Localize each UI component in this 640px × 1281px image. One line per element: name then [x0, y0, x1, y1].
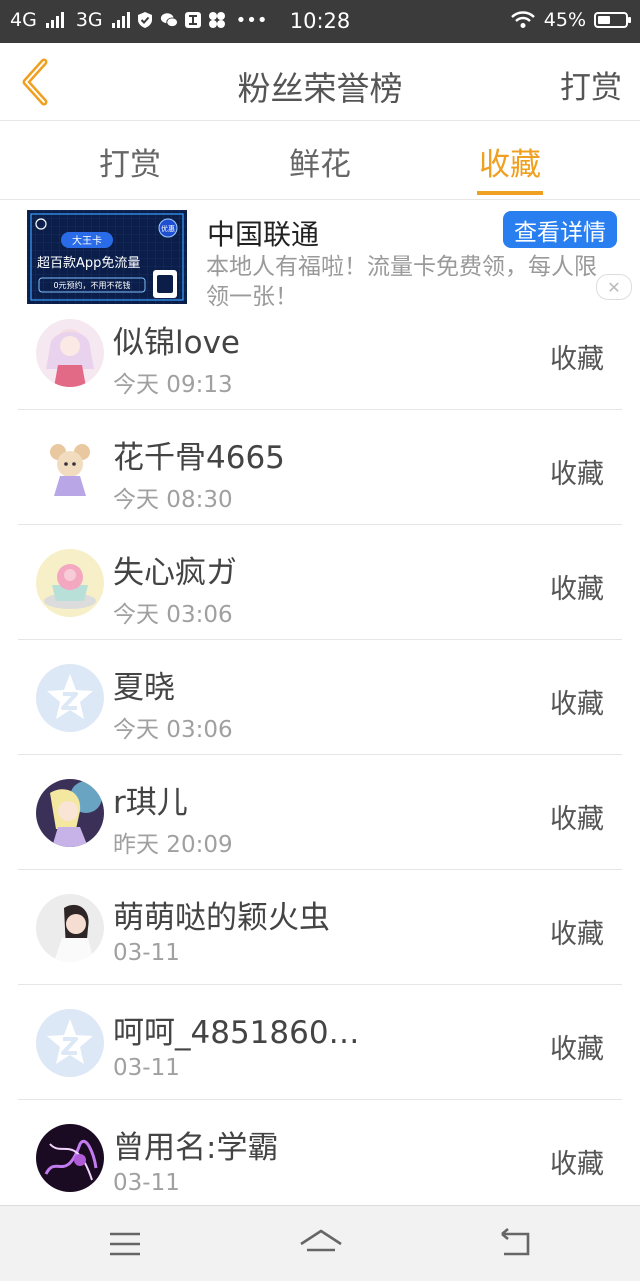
ad-title[interactable]: 中国联通: [207, 213, 319, 253]
avatar[interactable]: [36, 664, 104, 732]
favorite-label: 收藏: [550, 804, 604, 835]
favorite-label: 收藏: [550, 919, 604, 950]
avatar[interactable]: [36, 434, 104, 502]
user-name: 曾用名:学霸: [113, 1130, 279, 1166]
timestamp: 03-11: [113, 940, 180, 966]
tab-bar: 打赏 鲜花 收藏: [0, 121, 640, 200]
ad-banner[interactable]: 优惠 大王卡 超百款App免流量 0元预约，不用不花钱 中国联通 本地人有福啦！…: [0, 200, 640, 308]
avatar[interactable]: [36, 549, 104, 617]
user-name: 萌萌哒的颖火虫: [113, 900, 330, 936]
user-name: 呵呵_4851860…: [113, 1015, 360, 1051]
timestamp: 今天 03:06: [113, 602, 233, 628]
tab-flowers[interactable]: 鲜花: [265, 139, 375, 184]
battery-icon: [594, 12, 631, 28]
menu-icon: [110, 1232, 140, 1256]
ad-details-button[interactable]: 查看详情: [503, 211, 617, 248]
ad-badge-text: 优惠: [161, 224, 175, 233]
tab-favorites[interactable]: 收藏: [455, 139, 565, 184]
list-item[interactable]: 曾用名:学霸 03-11 收藏: [0, 1100, 640, 1215]
timestamp: 今天 03:06: [113, 717, 233, 743]
tab-reward[interactable]: 打赏: [75, 139, 185, 184]
ad-headline-text: 超百款App免流量: [37, 256, 140, 271]
timestamp: 03-11: [113, 1170, 180, 1196]
timestamp: 03-11: [113, 1055, 180, 1081]
avatar[interactable]: [36, 319, 104, 387]
menu-button[interactable]: [106, 1226, 146, 1262]
avatar[interactable]: [36, 779, 104, 847]
favorite-label: 收藏: [550, 574, 604, 605]
wifi-icon: [510, 11, 536, 29]
page-title: 粉丝荣誉榜: [237, 69, 403, 108]
list-item[interactable]: r琪儿 昨天 20:09 收藏: [0, 755, 640, 870]
avatar[interactable]: [36, 894, 104, 962]
list-item[interactable]: 萌萌哒的颖火虫 03-11 收藏: [0, 870, 640, 985]
list-item[interactable]: 呵呵_4851860… 03-11 收藏: [0, 985, 640, 1100]
active-tab-indicator: [477, 191, 543, 195]
timestamp: 今天 08:30: [113, 487, 233, 513]
user-name: 失心疯ガ: [113, 555, 237, 591]
avatar[interactable]: [36, 1124, 104, 1192]
favorite-label: 收藏: [550, 689, 604, 720]
title-bar: 粉丝荣誉榜 打赏: [0, 43, 640, 121]
status-right: 45%: [510, 9, 631, 31]
user-name: 夏晓: [113, 670, 175, 706]
user-name: 花千骨4665: [113, 440, 285, 476]
timestamp: 昨天 20:09: [113, 832, 233, 858]
list-item[interactable]: 失心疯ガ 今天 03:06 收藏: [0, 525, 640, 640]
favorites-list: 似锦love 今天 09:13 收藏 花千骨4665 今天 08:30 收藏 失…: [0, 295, 640, 1215]
ad-close-button[interactable]: ✕: [596, 274, 632, 300]
list-item[interactable]: 夏晓 今天 03:06 收藏: [0, 640, 640, 755]
favorite-label: 收藏: [550, 344, 604, 375]
ad-image[interactable]: 优惠 大王卡 超百款App免流量 0元预约，不用不花钱: [27, 210, 187, 304]
list-item[interactable]: 花千骨4665 今天 08:30 收藏: [0, 410, 640, 525]
favorite-label: 收藏: [550, 459, 604, 490]
return-icon: [501, 1228, 530, 1256]
ad-card-text: 大王卡: [72, 234, 102, 247]
reward-button[interactable]: 打赏: [560, 62, 622, 107]
home-button[interactable]: [298, 1226, 344, 1262]
battery-percent: 45%: [543, 9, 586, 31]
avatar[interactable]: [36, 1009, 104, 1077]
default-avatar-icon: [36, 1009, 104, 1077]
status-bar: 4G 3G ••• 10:28 45%: [0, 0, 640, 43]
timestamp: 今天 09:13: [113, 372, 233, 398]
user-name: 似锦love: [113, 325, 240, 361]
favorite-label: 收藏: [550, 1034, 604, 1065]
back-nav-button[interactable]: [496, 1226, 536, 1262]
default-avatar-icon: [36, 664, 104, 732]
ad-sub-text: 0元预约，不用不花钱: [53, 280, 130, 290]
favorite-label: 收藏: [550, 1149, 604, 1180]
home-icon: [300, 1229, 342, 1252]
list-item[interactable]: 似锦love 今天 09:13 收藏: [0, 295, 640, 410]
user-name: r琪儿: [113, 785, 188, 821]
system-nav-bar: [0, 1205, 640, 1281]
